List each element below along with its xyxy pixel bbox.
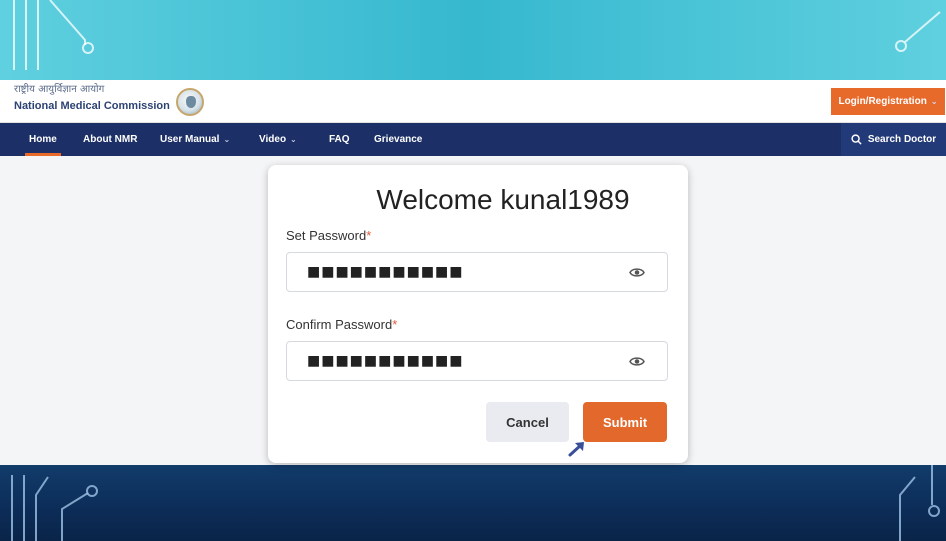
set-password-masked-value: ■■■■■■■■■■■ [307, 264, 464, 280]
nav-item-label: Video [259, 134, 287, 145]
required-marker: * [392, 317, 398, 332]
nav-item-label: Grievance [374, 134, 423, 145]
confirm-password-label: Confirm Password* [286, 317, 397, 332]
confirm-password-label-text: Confirm Password [286, 317, 393, 332]
set-password-label-text: Set Password [286, 228, 367, 243]
chevron-down-icon: ⌄ [930, 97, 938, 106]
nav-item-label: User Manual [160, 134, 220, 145]
set-password-label: Set Password* [286, 228, 371, 243]
nav-item-home[interactable]: Home [25, 123, 61, 156]
site-header: राष्ट्रीय आयुर्विज्ञान आयोग National Med… [0, 80, 946, 123]
welcome-title: Welcome kunal1989 [376, 184, 630, 215]
bottom-decorative-banner [0, 465, 946, 541]
nav-item-label: FAQ [329, 134, 350, 145]
brand-name-hindi: राष्ट्रीय आयुर्विज्ञान आयोग [14, 84, 105, 95]
top-decorative-banner [0, 0, 946, 80]
search-doctor-label: Search Doctor [867, 134, 937, 145]
submit-button[interactable]: Submit [583, 402, 667, 442]
login-registration-button[interactable]: Login/Registration ⌄ [831, 88, 945, 115]
required-marker: * [366, 228, 372, 243]
brand-name-english: National Medical Commission [14, 100, 170, 112]
pointer-arrow-icon [568, 442, 584, 457]
search-doctor-button[interactable]: Search Doctor [841, 123, 946, 156]
circuit-decoration-bottom [11, 465, 940, 541]
nav-item-user-manual[interactable]: User Manual ⌄ [160, 123, 230, 156]
chevron-down-icon: ⌄ [223, 135, 231, 144]
eye-icon[interactable] [629, 356, 645, 367]
nav-item-label: About NMR [83, 134, 138, 145]
set-password-card: Welcome kunal1989 Set Password* ■■■■■■■■… [268, 165, 688, 463]
nav-item-video[interactable]: Video ⌄ [259, 123, 297, 156]
cancel-button-label: Cancel [506, 414, 549, 430]
nav-item-label: Home [29, 134, 57, 145]
search-icon [851, 134, 862, 145]
cancel-button[interactable]: Cancel [486, 402, 569, 442]
nav-item-faq[interactable]: FAQ [329, 123, 350, 156]
circuit-decoration-top [13, 0, 941, 70]
submit-button-label: Submit [602, 414, 648, 430]
confirm-password-input[interactable]: ■■■■■■■■■■■ [286, 341, 668, 381]
login-registration-label: Login/Registration [838, 96, 927, 107]
main-navigation: Home About NMR User Manual ⌄ Video ⌄ FAQ… [0, 123, 946, 156]
brand-logo[interactable]: राष्ट्रीय आयुर्विज्ञान आयोग National Med… [14, 83, 170, 113]
nav-item-about-nmr[interactable]: About NMR [83, 123, 137, 156]
confirm-password-masked-value: ■■■■■■■■■■■ [307, 353, 464, 369]
nav-item-grievance[interactable]: Grievance [374, 123, 422, 156]
set-password-input[interactable]: ■■■■■■■■■■■ [286, 252, 668, 292]
eye-icon[interactable] [629, 267, 645, 278]
commission-emblem-icon [176, 88, 204, 116]
chevron-down-icon: ⌄ [290, 135, 297, 144]
